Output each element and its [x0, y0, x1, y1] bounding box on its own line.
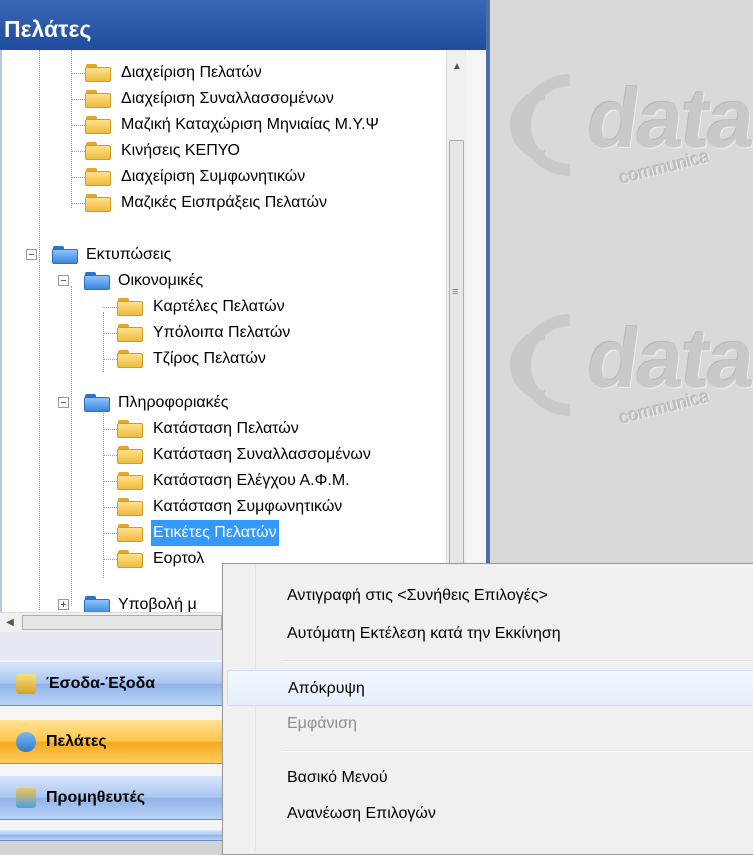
tree-item-customer-turnover[interactable]: Τζίρος Πελατών	[117, 346, 268, 372]
folder-icon	[117, 550, 143, 568]
folder-icon	[85, 168, 111, 186]
watermark-brand: data	[581, 71, 753, 165]
expand-toggle[interactable]: +	[58, 599, 69, 611]
watermark-logo-2: data communica	[510, 300, 753, 450]
folder-icon	[85, 90, 111, 108]
menu-tree[interactable]: Διαχείριση Πελατών Διαχείριση Συναλλασσο…	[0, 50, 468, 612]
scroll-up-icon[interactable]: ▲	[447, 58, 467, 76]
collapse-toggle[interactable]: −	[58, 275, 69, 287]
tree-item-manage-customers[interactable]: Διαχείριση Πελατών	[85, 60, 264, 86]
tree-item-label: Ετικέτες Πελατών	[151, 520, 279, 546]
scrollbar-thumb[interactable]	[449, 140, 464, 565]
tree-item-label: Κινήσεις ΚΕΠΥΟ	[121, 142, 240, 159]
nav-label: Έσοδα-Έξοδα	[46, 675, 156, 692]
tree-item-label: Εκτυπώσεις	[86, 246, 172, 263]
folder-icon	[117, 324, 143, 342]
tree-item-financial[interactable]: Οικονομικές	[84, 268, 205, 294]
tree-item-label: Διαχείριση Πελατών	[121, 64, 262, 81]
tree-item-bulk-collections[interactable]: Μαζικές Εισπράξεις Πελατών	[85, 190, 329, 216]
menu-item-show[interactable]: Εμφάνιση	[227, 706, 753, 742]
tree-item-label: Μαζική Καταχώριση Μηνιαίας Μ.Υ.Ψ	[121, 116, 379, 133]
coins-icon	[16, 674, 36, 694]
suppliers-icon	[16, 788, 36, 808]
nav-suppliers-button[interactable]: Προμηθευτές	[0, 776, 222, 820]
menu-separator	[283, 750, 753, 752]
tree-item-name-days[interactable]: Εορτολ	[117, 546, 206, 572]
menu-item-auto-run-at-startup[interactable]: Αυτόματη Εκτέλεση κατά την Εκκίνηση	[227, 616, 753, 652]
tree-item-customer-report[interactable]: Κατάσταση Πελατών	[117, 416, 301, 442]
tree-item-label: Μαζικές Εισπράξεις Πελατών	[121, 194, 327, 211]
nav-next-button[interactable]	[0, 830, 222, 841]
tree-item-label: Κατάσταση Πελατών	[153, 420, 299, 437]
collapse-toggle[interactable]: −	[58, 397, 69, 409]
folder-icon	[117, 298, 143, 316]
scrollbar-thumb[interactable]	[22, 615, 222, 630]
tree-item-label: Καρτέλες Πελατών	[153, 298, 285, 315]
folder-icon	[117, 498, 143, 516]
tree-vertical-scrollbar[interactable]: ▲ ≡	[446, 50, 467, 612]
panel-title: Πελάτες	[0, 0, 486, 50]
nav-label: Προμηθευτές	[46, 789, 146, 806]
menu-separator	[283, 660, 753, 662]
tree-item-label: Κατάσταση Ελέγχου Α.Φ.Μ.	[153, 472, 350, 489]
folder-icon	[117, 524, 143, 542]
tree-item-prints[interactable]: Εκτυπώσεις	[52, 242, 173, 268]
folder-icon	[85, 142, 111, 160]
folder-icon	[85, 194, 111, 212]
tree-item-label: Κατάσταση Συμφωνητικών	[153, 498, 343, 515]
watermark-c-icon	[510, 74, 571, 176]
folder-icon	[117, 420, 143, 438]
tree-item-label: Τζίρος Πελατών	[153, 350, 266, 367]
menu-item-hide[interactable]: Απόκρυψη	[227, 670, 753, 706]
tree-item-vat-check-report[interactable]: Κατάσταση Ελέγχου Α.Φ.Μ.	[117, 468, 352, 494]
collapse-toggle[interactable]: −	[26, 249, 37, 261]
folder-icon	[117, 446, 143, 464]
tree-item-traders-report[interactable]: Κατάσταση Συναλλασσομένων	[117, 442, 373, 468]
tree-item-kepyo[interactable]: Κινήσεις ΚΕΠΥΟ	[85, 138, 242, 164]
menu-item-main-menu[interactable]: Βασικό Μενού	[227, 760, 753, 796]
scroll-left-icon[interactable]: ◀	[2, 613, 18, 633]
tree-item-manage-agreements[interactable]: Διαχείριση Συμφωνητικών	[85, 164, 307, 190]
users-icon	[16, 732, 36, 752]
watermark-c-icon	[510, 314, 571, 416]
tree-item-label: Κατάσταση Συναλλασσομένων	[153, 446, 371, 463]
tree-item-submission[interactable]: Υποβολή μ	[84, 592, 199, 612]
tree-item-label: Διαχείριση Συμφωνητικών	[121, 168, 306, 185]
tree-item-customer-labels[interactable]: Ετικέτες Πελατών	[117, 520, 279, 546]
tree-item-label: Διαχείριση Συναλλασσομένων	[121, 90, 334, 107]
folder-icon	[117, 472, 143, 490]
tree-item-bulk-entry[interactable]: Μαζική Καταχώριση Μηνιαίας Μ.Υ.Ψ	[85, 112, 381, 138]
tree-item-customer-cards[interactable]: Καρτέλες Πελατών	[117, 294, 287, 320]
tree-item-agreements-report[interactable]: Κατάσταση Συμφωνητικών	[117, 494, 344, 520]
folder-open-icon	[84, 394, 110, 412]
menu-item-refresh-options[interactable]: Ανανέωση Επιλογών	[227, 796, 753, 832]
folder-icon	[84, 596, 110, 612]
tree-item-manage-traders[interactable]: Διαχείριση Συναλλασσομένων	[85, 86, 336, 112]
tree-item-informational[interactable]: Πληροφοριακές	[84, 390, 230, 416]
nav-income-expenses-button[interactable]: Έσοδα-Έξοδα	[0, 662, 222, 706]
tree-item-label: Πληροφοριακές	[118, 394, 229, 411]
tree-item-label: Υποβολή μ	[118, 596, 197, 612]
nav-customers-button[interactable]: Πελάτες	[0, 720, 222, 764]
watermark-brand: data	[581, 311, 753, 405]
folder-icon	[117, 350, 143, 368]
tree-item-label: Οικονομικές	[118, 272, 204, 289]
folder-icon	[85, 116, 111, 134]
watermark-logo: data communica	[510, 60, 753, 210]
folder-open-icon	[52, 246, 78, 264]
folder-open-icon	[84, 272, 110, 290]
tree-item-customer-balances[interactable]: Υπόλοιπα Πελατών	[117, 320, 292, 346]
tree-item-label: Υπόλοιπα Πελατών	[153, 324, 291, 341]
folder-icon	[85, 64, 111, 82]
menu-item-copy-to-favorites[interactable]: Αντιγραφή στις <Συνήθεις Επιλογές>	[227, 578, 753, 614]
grip-icon: ≡	[452, 286, 459, 298]
tree-item-label: Εορτολ	[153, 550, 205, 567]
context-menu: Αντιγραφή στις <Συνήθεις Επιλογές> Αυτόμ…	[222, 563, 753, 855]
nav-label: Πελάτες	[46, 733, 107, 750]
